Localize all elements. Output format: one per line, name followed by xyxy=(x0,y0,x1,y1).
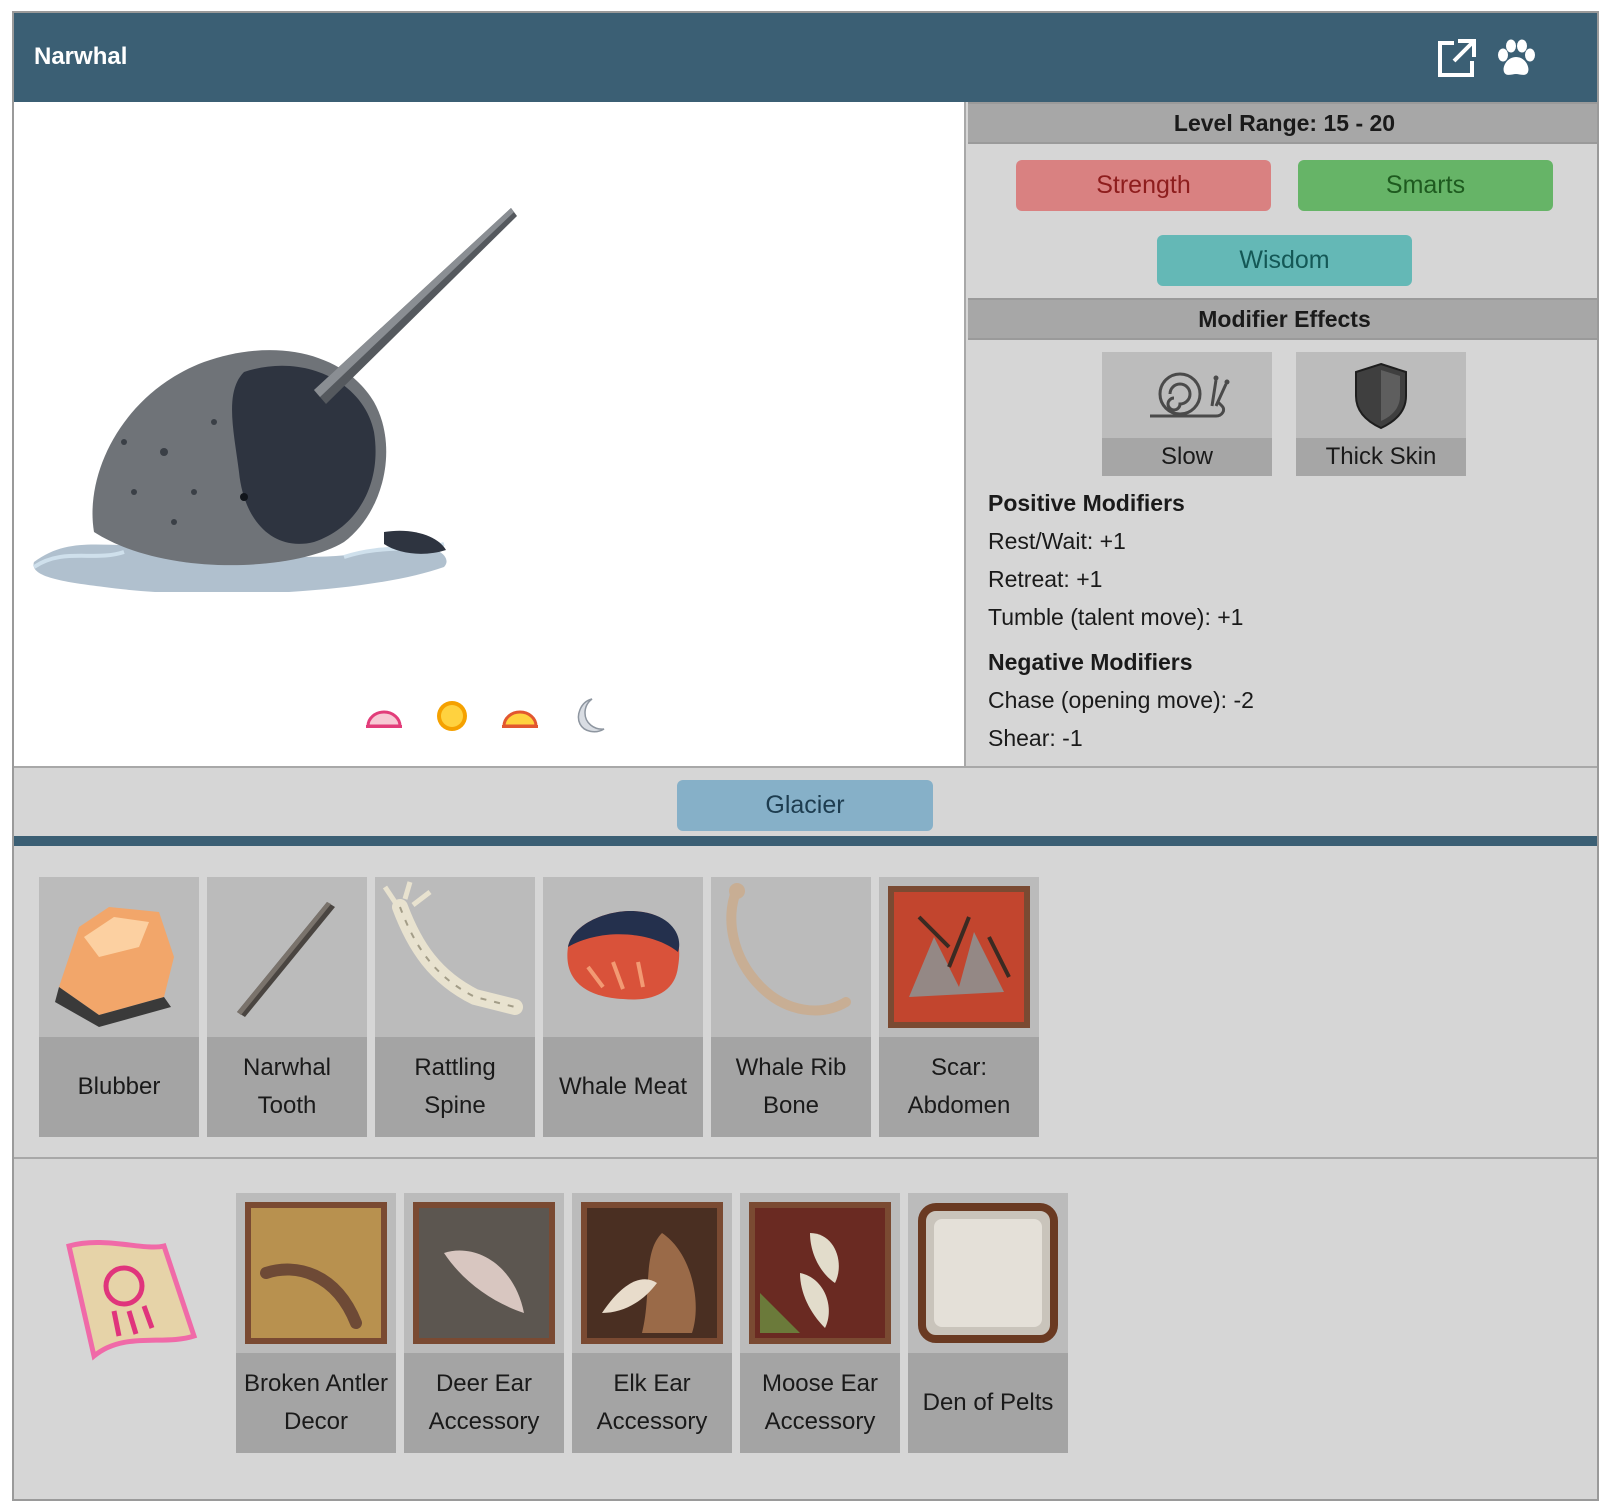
night-icon xyxy=(577,698,605,733)
drop-label: Rattling Spine xyxy=(375,1037,535,1137)
drop-item-blubber[interactable]: Blubber xyxy=(39,877,199,1137)
reward-item-den-of-pelts[interactable]: Den of Pelts xyxy=(908,1193,1068,1453)
drop-item-scar-abdomen[interactable]: Scar: Abdomen xyxy=(879,877,1039,1137)
external-link-icon[interactable] xyxy=(1434,37,1478,81)
moose-ear-accessory-icon xyxy=(749,1202,891,1344)
reward-label: Elk Ear Accessory xyxy=(572,1353,732,1453)
reward-label: Broken Antler Decor xyxy=(236,1353,396,1453)
reward-item-deer-ear-accessory[interactable]: Deer Ear Accessory xyxy=(404,1193,564,1453)
scar-abdomen-icon xyxy=(888,886,1030,1028)
positive-modifiers-heading: Positive Modifiers xyxy=(988,490,1185,516)
paw-icon[interactable] xyxy=(1494,37,1538,81)
info-panel: Level Range: 15 - 20 Strength Smarts Wis… xyxy=(968,102,1597,766)
dawn-icon xyxy=(366,710,402,728)
habitat-section: Glacier xyxy=(14,766,1597,846)
drop-label: Whale Rib Bone xyxy=(711,1037,871,1137)
negative-modifier: Chase (opening move): -2 xyxy=(988,687,1254,713)
effect-label: Thick Skin xyxy=(1296,438,1466,476)
stats-section: Strength Smarts Wisdom xyxy=(968,144,1597,298)
drop-label: Scar: Abdomen xyxy=(879,1037,1039,1137)
broken-antler-decor-icon xyxy=(245,1202,387,1344)
drop-item-whale-meat[interactable]: Whale Meat xyxy=(543,877,703,1137)
positive-modifier: Retreat: +1 xyxy=(988,566,1103,592)
positive-modifier: Rest/Wait: +1 xyxy=(988,528,1126,554)
snail-icon xyxy=(1150,372,1230,418)
creature-card: Narwhal Level Range: 15 - 20 Strength Sm… xyxy=(12,11,1599,1501)
strength-stat: Strength xyxy=(1016,160,1271,211)
wisdom-stat: Wisdom xyxy=(1157,235,1412,286)
deer-ear-accessory-icon xyxy=(413,1202,555,1344)
drop-item-narwhal-tooth[interactable]: Narwhal Tooth xyxy=(207,877,367,1137)
narwhal-tooth-icon xyxy=(237,902,335,1017)
rattling-spine-icon xyxy=(382,881,523,1015)
drops-section: Blubber Narwhal Tooth Rattling Spine Wha… xyxy=(14,856,1597,1159)
drop-item-whale-rib-bone[interactable]: Whale Rib Bone xyxy=(711,877,871,1137)
shield-icon xyxy=(1355,362,1407,430)
whale-rib-bone-icon xyxy=(726,883,851,1016)
elk-ear-accessory-icon xyxy=(581,1202,723,1344)
reward-item-elk-ear-accessory[interactable]: Elk Ear Accessory xyxy=(572,1193,732,1453)
level-range: Level Range: 15 - 20 xyxy=(968,102,1597,144)
positive-modifier: Tumble (talent move): +1 xyxy=(988,604,1244,630)
effects-list: Slow Thick Skin xyxy=(968,340,1597,480)
effect-thick-skin[interactable]: Thick Skin xyxy=(1296,352,1466,476)
habitat-tag[interactable]: Glacier xyxy=(677,780,933,831)
drop-label: Whale Meat xyxy=(543,1037,703,1137)
time-of-day xyxy=(364,694,608,738)
drop-label: Narwhal Tooth xyxy=(207,1037,367,1137)
dusk-icon xyxy=(502,710,538,728)
header: Narwhal xyxy=(14,13,1597,102)
negative-modifiers-heading: Negative Modifiers xyxy=(988,649,1193,675)
drop-label: Blubber xyxy=(39,1037,199,1137)
modifiers-list: Positive Modifiers Rest/Wait: +1 Retreat… xyxy=(988,490,1254,763)
reward-label: Moose Ear Accessory xyxy=(740,1353,900,1453)
whale-meat-icon xyxy=(567,911,680,1000)
modifier-effects-heading: Modifier Effects xyxy=(968,298,1597,340)
page-title: Narwhal xyxy=(34,43,128,70)
blubber-icon xyxy=(55,907,174,1027)
smarts-stat: Smarts xyxy=(1298,160,1553,211)
creature-image-panel xyxy=(14,102,966,766)
scroll-icon[interactable] xyxy=(44,1226,214,1386)
negative-modifier: Shear: -1 xyxy=(988,725,1083,751)
narwhal-image xyxy=(32,208,517,592)
effect-label: Slow xyxy=(1102,438,1272,476)
reward-label: Den of Pelts xyxy=(908,1353,1068,1453)
den-of-pelts-icon xyxy=(918,1203,1058,1343)
reward-item-moose-ear-accessory[interactable]: Moose Ear Accessory xyxy=(740,1193,900,1453)
rewards-section: Broken Antler Decor Deer Ear Accessory E… xyxy=(14,1161,1597,1499)
drop-item-rattling-spine[interactable]: Rattling Spine xyxy=(375,877,535,1137)
effect-slow[interactable]: Slow xyxy=(1102,352,1272,476)
day-icon xyxy=(437,701,467,731)
reward-item-broken-antler-decor[interactable]: Broken Antler Decor xyxy=(236,1193,396,1453)
reward-label: Deer Ear Accessory xyxy=(404,1353,564,1453)
